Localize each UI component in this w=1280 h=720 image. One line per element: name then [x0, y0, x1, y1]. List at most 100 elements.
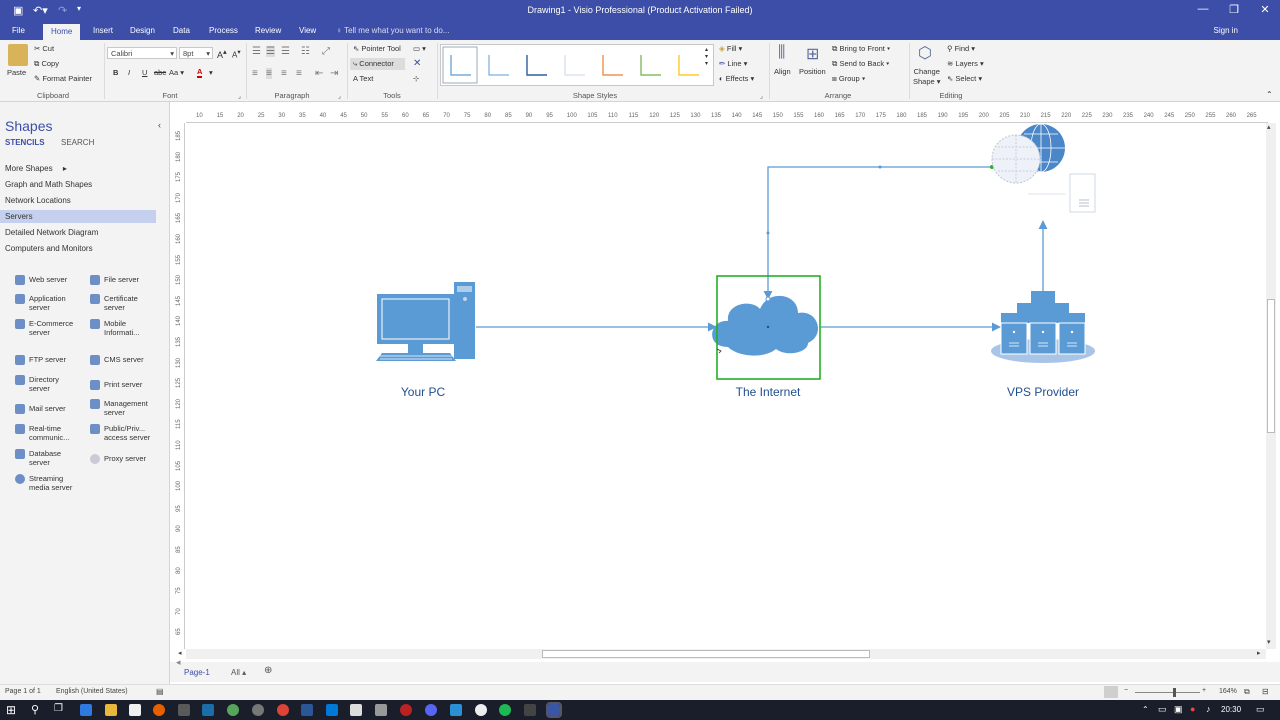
- shape-print-server[interactable]: Print server: [90, 380, 142, 390]
- paste-icon[interactable]: [8, 44, 28, 66]
- shape-streaming-media-server[interactable]: Streaming media server: [15, 474, 72, 492]
- tray-chevron-icon[interactable]: ⌃: [1142, 705, 1149, 714]
- position-button[interactable]: Position: [799, 67, 826, 76]
- label-the-internet[interactable]: The Internet: [688, 385, 848, 399]
- text-direction-icon[interactable]: ⤢: [322, 46, 330, 57]
- drawing-canvas[interactable]: Your PC The Internet VPS Provider: [186, 123, 1266, 649]
- align-left-icon[interactable]: ≡: [252, 68, 258, 79]
- tab-page-1[interactable]: Page-1: [184, 668, 210, 677]
- shape-ftp-server[interactable]: FTP server: [15, 355, 66, 365]
- tab-data[interactable]: Data: [173, 26, 190, 35]
- vertical-scrollbar[interactable]: ▴ ▾: [1266, 123, 1276, 649]
- tab-design[interactable]: Design: [130, 26, 155, 35]
- align-middle-icon[interactable]: ☰: [266, 46, 275, 57]
- connection-point-icon[interactable]: ⊹: [413, 74, 419, 83]
- stencil-computers-monitors[interactable]: Computers and Monitors: [5, 244, 93, 253]
- close-button[interactable]: ✕: [1255, 3, 1275, 16]
- tab-review[interactable]: Review: [255, 26, 281, 35]
- shape-ecommerce-server[interactable]: E-Commerce server: [15, 319, 73, 337]
- stencil-graph-math[interactable]: Graph and Math Shapes: [5, 180, 92, 189]
- horizontal-scrollbar[interactable]: ◂ ▸: [178, 649, 1266, 659]
- shape-certificate-server[interactable]: Certificate server: [90, 294, 138, 312]
- language-status[interactable]: English (United States): [56, 688, 128, 695]
- send-to-back-button[interactable]: ⧉ Send to Back ▾: [832, 59, 889, 69]
- presentation-mode-icon[interactable]: [1104, 686, 1118, 698]
- edge-icon[interactable]: [80, 704, 92, 716]
- align-center-icon[interactable]: ≡: [266, 68, 272, 79]
- file-explorer-icon[interactable]: [105, 704, 117, 716]
- globe-shape[interactable]: [991, 123, 1096, 213]
- bold-button[interactable]: B: [113, 68, 118, 77]
- volume-icon[interactable]: ♪: [1206, 704, 1211, 714]
- underline-button[interactable]: U: [142, 68, 147, 77]
- shape-public-private-access-server[interactable]: Public/Priv... access server: [90, 424, 150, 442]
- change-shape-button[interactable]: Change Shape ▾: [913, 67, 941, 87]
- connector-globe-internet[interactable]: [763, 166, 992, 300]
- gallery-scroll-icon[interactable]: ▴ ▾ ▾: [705, 46, 708, 67]
- font-color-button[interactable]: A: [197, 67, 203, 78]
- text-tool-button[interactable]: A Text: [353, 74, 373, 83]
- vertical-scroll-thumb[interactable]: [1267, 299, 1275, 433]
- pointer-tool-button[interactable]: ⇖ Pointer Tool: [353, 44, 401, 53]
- grow-font-icon[interactable]: A▴: [217, 47, 227, 60]
- zoom-level[interactable]: 164%: [1219, 688, 1237, 695]
- computer-shape[interactable]: [376, 282, 475, 361]
- effects-button[interactable]: ◐ Effects ▾: [719, 74, 754, 83]
- app-icon-5[interactable]: [326, 704, 338, 716]
- stencil-network-locations[interactable]: Network Locations: [5, 196, 71, 205]
- restore-button[interactable]: ❐: [1224, 3, 1244, 16]
- app-icon-2[interactable]: [227, 704, 239, 716]
- select-button[interactable]: ⇖ Select ▾: [947, 74, 982, 83]
- shrink-font-icon[interactable]: A▾: [232, 48, 241, 60]
- shape-file-server[interactable]: File server: [90, 275, 139, 285]
- tab-search[interactable]: SEARCH: [61, 138, 94, 147]
- visio-icon[interactable]: [546, 702, 562, 718]
- paragraph-dialog-icon[interactable]: ⌟: [338, 93, 341, 100]
- collapse-ribbon-icon[interactable]: ⌃: [1266, 90, 1273, 99]
- app-icon-6[interactable]: [375, 704, 387, 716]
- scroll-up-icon[interactable]: ▴: [1267, 123, 1271, 131]
- network-icon[interactable]: ▭: [1158, 704, 1167, 715]
- align-button[interactable]: Align: [774, 67, 791, 76]
- stencil-servers[interactable]: Servers: [0, 210, 156, 223]
- font-dialog-icon[interactable]: ⌟: [238, 93, 241, 100]
- shape-management-server[interactable]: Management server: [90, 399, 148, 417]
- label-your-pc[interactable]: Your PC: [343, 385, 503, 399]
- app-icon-3[interactable]: [252, 704, 264, 716]
- fit-page-icon[interactable]: ⧉: [1244, 687, 1250, 697]
- task-view-icon[interactable]: ❐: [54, 703, 63, 714]
- label-vps-provider[interactable]: VPS Provider: [963, 385, 1123, 399]
- line-button[interactable]: ✏ Line ▾: [719, 59, 747, 68]
- decrease-indent-icon[interactable]: ⇤: [315, 68, 323, 79]
- change-case-button[interactable]: Aa ▾: [169, 68, 184, 77]
- firefox-icon[interactable]: [153, 704, 165, 716]
- font-name-select[interactable]: Calibri ▾: [107, 47, 177, 59]
- collapse-pane-icon[interactable]: ‹: [158, 120, 161, 130]
- search-icon[interactable]: ⚲: [31, 703, 39, 716]
- cloud-shape[interactable]: [712, 275, 821, 380]
- shape-styles-dialog-icon[interactable]: ⌟: [760, 93, 763, 100]
- tell-me-box[interactable]: ♀ Tell me what you want to do...: [336, 26, 449, 35]
- tray-app-icon[interactable]: ▣: [1174, 704, 1183, 715]
- mail-icon[interactable]: [350, 704, 362, 716]
- page-nav-icon[interactable]: ◂: [176, 657, 181, 668]
- all-pages-button[interactable]: All ▴: [231, 668, 246, 677]
- shape-styles-gallery[interactable]: [440, 44, 714, 86]
- italic-button[interactable]: I: [128, 68, 130, 77]
- tab-home[interactable]: Home: [43, 24, 81, 40]
- cut-button[interactable]: ✂ Cut: [34, 44, 54, 53]
- tab-file[interactable]: File: [12, 26, 25, 35]
- macro-icon[interactable]: ▤: [156, 687, 164, 696]
- scroll-right-icon[interactable]: ▸: [1257, 649, 1261, 657]
- horizontal-scroll-thumb[interactable]: [542, 650, 870, 658]
- shape-directory-server[interactable]: Directory server: [15, 375, 59, 393]
- paste-button[interactable]: Paste: [7, 68, 26, 77]
- shape-database-server[interactable]: Database server: [15, 449, 61, 467]
- shape-mobile-info-server[interactable]: Mobile Informati...: [90, 319, 139, 337]
- font-size-select[interactable]: 8pt ▾: [179, 47, 213, 59]
- group-button[interactable]: ⧈ Group ▾: [832, 74, 865, 84]
- clock[interactable]: 20:30: [1221, 705, 1241, 714]
- shape-realtime-comm-server[interactable]: Real-time communic...: [15, 424, 69, 442]
- tab-view[interactable]: View: [299, 26, 316, 35]
- rectangle-tool-icon[interactable]: ▭ ▾: [413, 44, 426, 53]
